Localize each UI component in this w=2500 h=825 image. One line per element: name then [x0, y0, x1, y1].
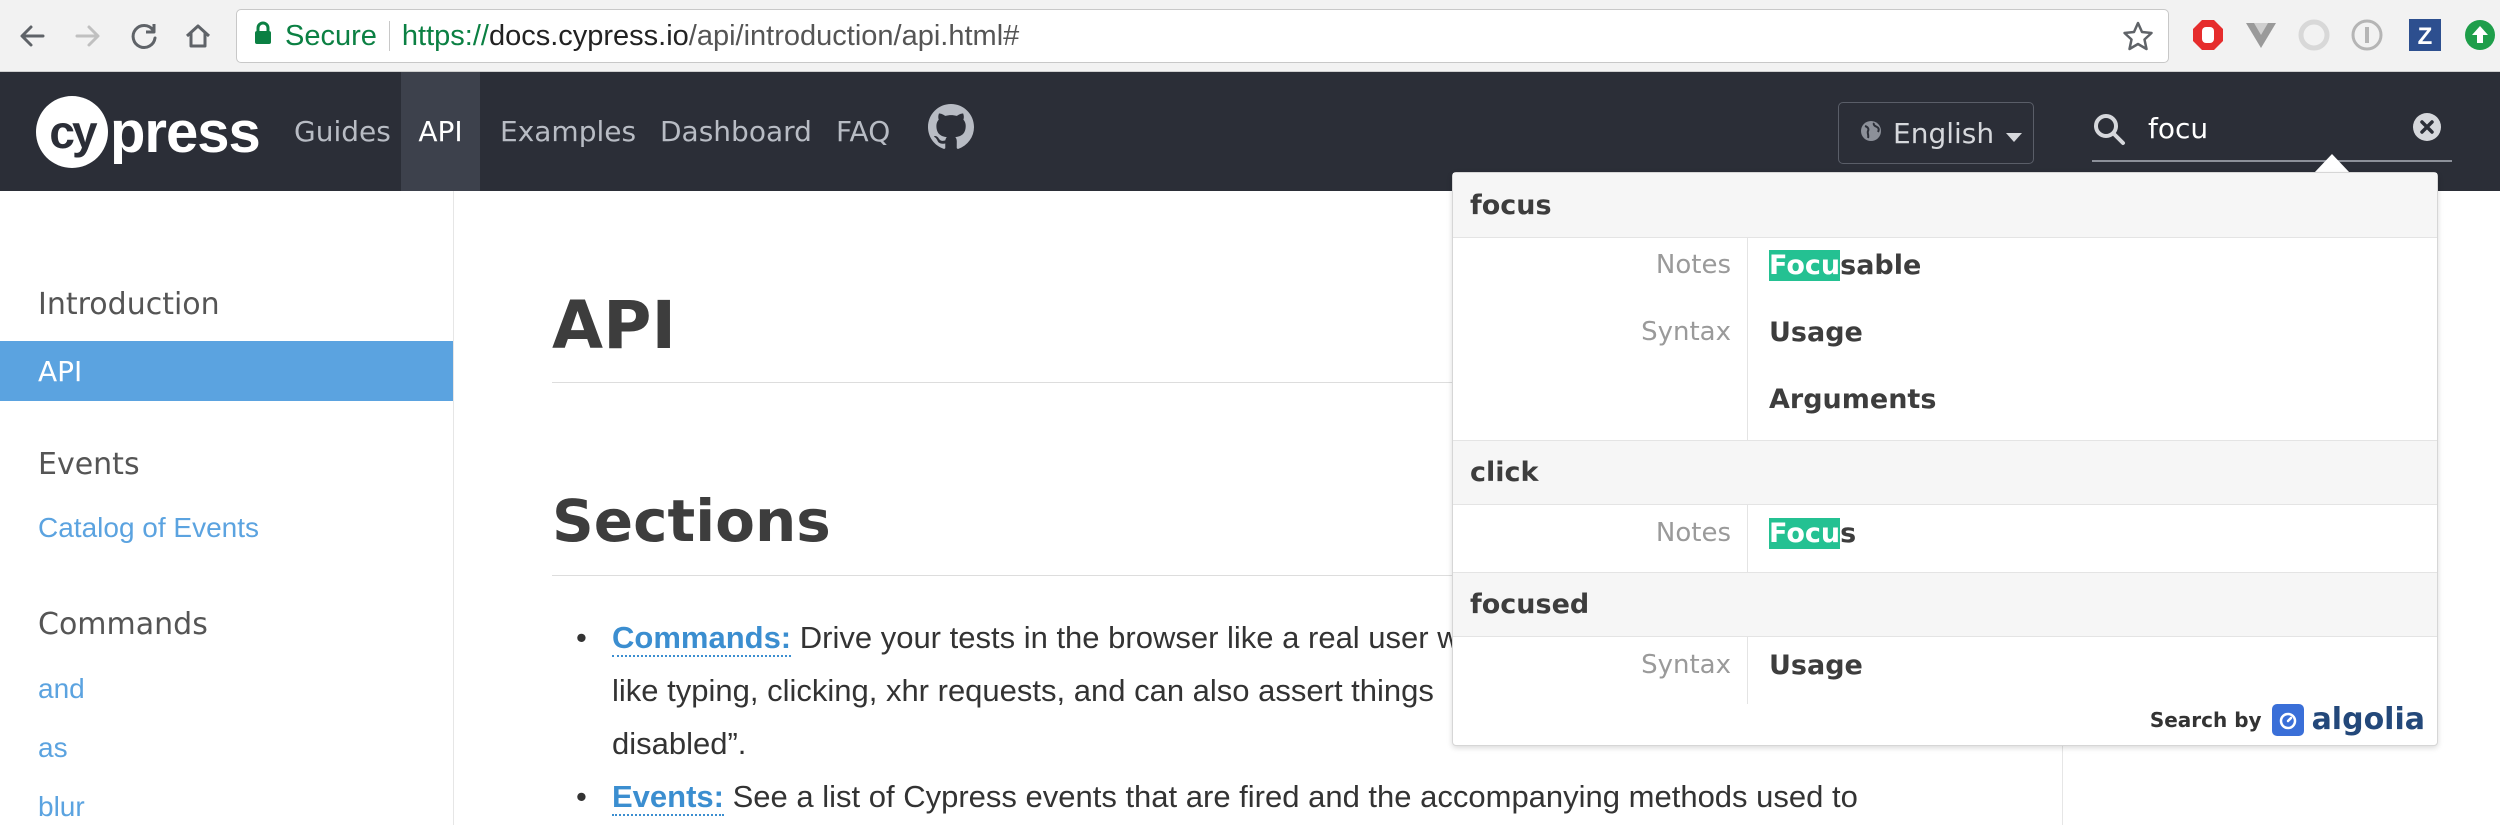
- nav-api[interactable]: API: [401, 72, 480, 191]
- sidebar-heading-commands[interactable]: Commands: [38, 607, 208, 642]
- commands-link[interactable]: Commands:: [612, 620, 792, 657]
- algolia-brand: algolia: [2311, 702, 2425, 737]
- sidebar-item-as[interactable]: as: [38, 732, 68, 764]
- svg-text:Z: Z: [2418, 23, 2433, 50]
- info-extension-icon[interactable]: [2349, 17, 2385, 53]
- result-item[interactable]: Usage: [1769, 317, 1863, 348]
- vue-devtools-extension-icon[interactable]: [2243, 17, 2279, 53]
- result-item[interactable]: Usage: [1769, 650, 1863, 681]
- search-icon: [2092, 112, 2126, 151]
- url-path: /api/introduction/api.html#: [688, 19, 1020, 52]
- list-item: Events: See a list of Cypress events tha…: [576, 770, 2036, 823]
- github-icon[interactable]: [928, 104, 974, 155]
- result-group-focus[interactable]: focus: [1453, 173, 2437, 237]
- nav-examples[interactable]: Examples: [482, 72, 654, 191]
- result-item[interactable]: Arguments: [1769, 384, 1936, 415]
- nav-dashboard[interactable]: Dashboard: [642, 72, 830, 191]
- cypress-logo[interactable]: cy press: [36, 94, 261, 170]
- zotero-extension-icon[interactable]: Z: [2407, 17, 2443, 53]
- result-item[interactable]: Focus: [1769, 518, 1856, 549]
- algolia-icon: [2271, 703, 2304, 736]
- search-results-dropdown: focus Notes Focusable Syntax Usage Argum…: [1452, 172, 2438, 746]
- search-box: [2092, 100, 2452, 162]
- language-label: English: [1893, 116, 1995, 150]
- url-separator: [388, 21, 390, 51]
- secure-label: Secure: [285, 19, 377, 52]
- sidebar-item-api[interactable]: API: [0, 341, 453, 401]
- events-link[interactable]: Events:: [612, 779, 724, 816]
- sidebar-heading-events[interactable]: Events: [38, 447, 140, 482]
- result-divider: [1747, 637, 1748, 704]
- logo-text: press: [110, 99, 261, 165]
- home-icon[interactable]: [176, 14, 220, 58]
- list-item-text-line3: disabled”.: [612, 726, 747, 761]
- search-by-algolia[interactable]: Search by algolia: [2150, 702, 2425, 737]
- url-host: docs.cypress.io: [488, 19, 689, 52]
- result-group-focused[interactable]: focused: [1453, 572, 2437, 636]
- sidebar-item-and[interactable]: and: [38, 673, 85, 705]
- search-input[interactable]: [2148, 106, 2388, 150]
- nav-guides[interactable]: Guides: [276, 72, 409, 191]
- result-category: Notes: [1655, 250, 1731, 280]
- back-icon[interactable]: [10, 14, 54, 58]
- match-highlight: Focu: [1769, 518, 1841, 549]
- language-selector[interactable]: English: [1838, 102, 2034, 164]
- url-protocol: https://: [401, 19, 489, 52]
- sidebar-item-blur[interactable]: blur: [38, 791, 85, 823]
- sidebar-item-catalog-of-events[interactable]: Catalog of Events: [38, 512, 259, 544]
- section-heading: Sections: [552, 487, 831, 555]
- dropdown-caret: [2314, 154, 2350, 173]
- result-divider: [1747, 505, 1748, 572]
- lock-icon: [253, 20, 273, 53]
- nav-faq[interactable]: FAQ: [818, 72, 908, 191]
- clear-search-icon[interactable]: [2412, 112, 2442, 147]
- result-category: Syntax: [1641, 317, 1731, 347]
- sidebar: Introduction API Events Catalog of Event…: [0, 191, 454, 825]
- result-group-body: Notes Focusable Syntax Usage Arguments: [1453, 237, 2437, 440]
- result-divider: [1747, 238, 1748, 440]
- sidebar-heading-introduction[interactable]: Introduction: [38, 287, 220, 322]
- list-item-text: See a list of Cypress events that are fi…: [723, 779, 1858, 814]
- result-category: Syntax: [1641, 650, 1731, 680]
- result-item-text: sable: [1840, 250, 1922, 281]
- page-title: API: [552, 287, 677, 364]
- result-group-body: Notes Focus: [1453, 504, 2437, 572]
- list-item-text-line2: like typing, clicking, xhr requests, and…: [612, 673, 1434, 708]
- logo-mark: cy: [36, 96, 108, 168]
- globe-icon: [1859, 117, 1883, 150]
- result-group-click[interactable]: click: [1453, 440, 2437, 504]
- reload-icon[interactable]: [122, 14, 166, 58]
- update-extension-icon[interactable]: [2462, 17, 2498, 53]
- search-by-label: Search by: [2149, 707, 2262, 732]
- adblock-extension-icon[interactable]: [2190, 17, 2226, 53]
- result-category: Notes: [1655, 518, 1731, 548]
- pocket-extension-icon[interactable]: [2296, 17, 2332, 53]
- result-item[interactable]: Focusable: [1769, 250, 1921, 281]
- browser-toolbar: Secure https://docs.cypress.io/api/intro…: [0, 0, 2500, 72]
- bookmark-star-icon[interactable]: [2122, 20, 2154, 60]
- match-highlight: Focu: [1769, 250, 1841, 281]
- forward-icon[interactable]: [66, 14, 110, 58]
- result-group-body: Syntax Usage: [1453, 636, 2437, 704]
- caret-down-icon: [2006, 117, 2023, 150]
- list-item-text: Drive your tests in the browser like a r…: [791, 620, 1460, 655]
- result-item-text: s: [1840, 518, 1857, 549]
- address-bar[interactable]: Secure https://docs.cypress.io/api/intro…: [236, 9, 2169, 63]
